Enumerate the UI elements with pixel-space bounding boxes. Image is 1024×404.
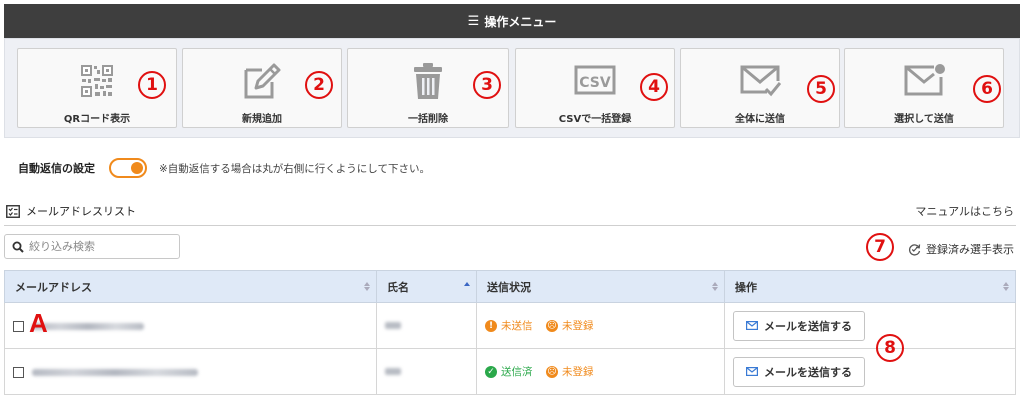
sort-asc-icon [464, 282, 470, 291]
send-mail-label: メールを送信する [764, 365, 852, 379]
sort-icon [712, 282, 718, 291]
column-name[interactable]: 氏名 [376, 270, 477, 303]
email-table: メールアドレス 氏名 送信状況 操作 ! 未送信 ☹ 未登録 メールを送信する … [4, 270, 1016, 395]
mail-check-icon [738, 61, 782, 101]
column-actions[interactable]: 操作 [724, 270, 1016, 303]
trash-icon [406, 61, 450, 101]
edit-icon [240, 61, 284, 101]
sad-face-icon: ☹ [546, 319, 558, 332]
send-mail-label: メールを送信する [764, 319, 852, 333]
table-row: ! 未送信 ☹ 未登録 メールを送信する [4, 302, 1016, 349]
auto-reply-note: ※自動返信する場合は丸が右側に行くようにして下さい。 [159, 162, 430, 175]
callout-number-2: 2 [305, 71, 333, 99]
filter-search-input[interactable] [29, 240, 169, 253]
status-cell: ! 未送信 ☹ 未登録 [476, 302, 725, 349]
column-status[interactable]: 送信状況 [476, 270, 725, 303]
register-status-label: 未登録 [562, 366, 594, 379]
send-status-label: 送信済 [501, 366, 533, 379]
status-cell: ✓ 送信済 ☹ 未登録 [476, 348, 725, 395]
toggle-knob [131, 162, 143, 174]
action-cell: メールを送信する [724, 302, 1016, 349]
name-cell [376, 302, 477, 349]
mail-dot-icon [902, 61, 946, 101]
select-send-button[interactable]: 選択して送信 6 [844, 48, 1004, 128]
select-send-label: 選択して送信 [894, 114, 954, 125]
qr-display-button[interactable]: QRコード表示 1 [17, 48, 177, 128]
manual-link[interactable]: マニュアルはこちら [915, 203, 1014, 219]
auto-reply-toggle[interactable] [109, 158, 147, 178]
list-title: メールアドレスリスト [6, 203, 136, 219]
qr-display-label: QRコード表示 [63, 114, 131, 125]
table-header-row: メールアドレス 氏名 送信状況 操作 [4, 270, 1016, 303]
callout-letter-a: A [29, 308, 48, 338]
menu-title: 操作メニュー [484, 14, 557, 29]
callout-number-5: 5 [807, 75, 835, 103]
column-email-label: メールアドレス [15, 280, 92, 294]
callout-number-1: 1 [138, 71, 166, 99]
show-registered-button[interactable]: 登録済み選手表示 [908, 241, 1014, 257]
auto-reply-label: 自動返信の設定 [18, 162, 95, 175]
send-mail-button[interactable]: メールを送信する [733, 310, 865, 341]
register-status: ☹ 未登録 [546, 318, 594, 333]
callout-number-6: 6 [973, 75, 1001, 103]
register-status: ☹ 未登録 [546, 364, 594, 379]
checklist-icon [6, 204, 20, 218]
redacted-name [385, 322, 401, 329]
search-icon [12, 241, 24, 253]
menu-header: ☰ 操作メニュー [4, 4, 1020, 38]
redacted-email [31, 368, 198, 376]
qr-code-icon [75, 61, 119, 101]
email-cell [4, 302, 377, 349]
redacted-email [31, 322, 144, 330]
bulk-delete-label: 一括削除 [408, 114, 448, 125]
sort-icon [1003, 282, 1009, 291]
new-add-button[interactable]: 新規追加 2 [182, 48, 342, 128]
row-checkbox[interactable] [13, 320, 24, 332]
exclamation-icon: ! [485, 319, 497, 332]
sort-icon [364, 282, 370, 291]
column-name-label: 氏名 [387, 280, 409, 294]
send-status-label: 未送信 [501, 320, 533, 333]
new-add-label: 新規追加 [242, 114, 282, 125]
envelope-icon [746, 367, 758, 376]
send-mail-button[interactable]: メールを送信する [733, 356, 865, 387]
register-status-label: 未登録 [562, 320, 594, 333]
email-cell [4, 348, 377, 395]
table-row: ✓ 送信済 ☹ 未登録 メールを送信する [4, 348, 1016, 395]
callout-number-7: 7 [866, 233, 894, 261]
envelope-icon [746, 321, 758, 330]
list-title-text: メールアドレスリスト [26, 205, 136, 218]
column-email[interactable]: メールアドレス [4, 270, 377, 303]
hamburger-icon: ☰ [467, 13, 480, 29]
send-all-button[interactable]: 全体に送信 5 [680, 48, 840, 128]
callout-number-3: 3 [473, 71, 501, 99]
send-all-label: 全体に送信 [735, 114, 785, 125]
menu-panel: QRコード表示 1 新規追加 2 一括削除 3 CSV CSVで一括登録 4 全… [4, 38, 1020, 138]
sad-face-icon: ☹ [546, 365, 558, 378]
name-cell [376, 348, 477, 395]
column-status-label: 送信状況 [487, 280, 531, 294]
column-actions-label: 操作 [735, 280, 757, 294]
send-status: ! 未送信 [485, 318, 533, 333]
show-registered-label: 登録済み選手表示 [926, 243, 1014, 256]
callout-number-4: 4 [640, 73, 668, 101]
send-status: ✓ 送信済 [485, 364, 533, 379]
csv-icon: CSV [573, 61, 617, 101]
csv-register-button[interactable]: CSV CSVで一括登録 4 [515, 48, 675, 128]
filter-search-box[interactable] [4, 234, 180, 259]
refresh-check-icon [908, 243, 921, 256]
svg-text:CSV: CSV [579, 75, 611, 91]
divider [4, 225, 1016, 226]
auto-reply-row: 自動返信の設定 ※自動返信する場合は丸が右側に行くようにして下さい。 [4, 150, 1014, 186]
callout-number-8: 8 [876, 334, 904, 362]
bulk-delete-button[interactable]: 一括削除 3 [347, 48, 509, 128]
redacted-name [385, 368, 401, 375]
row-checkbox[interactable] [13, 366, 24, 378]
csv-register-label: CSVで一括登録 [558, 114, 632, 125]
action-cell: メールを送信する [724, 348, 1016, 395]
check-icon: ✓ [485, 365, 497, 378]
